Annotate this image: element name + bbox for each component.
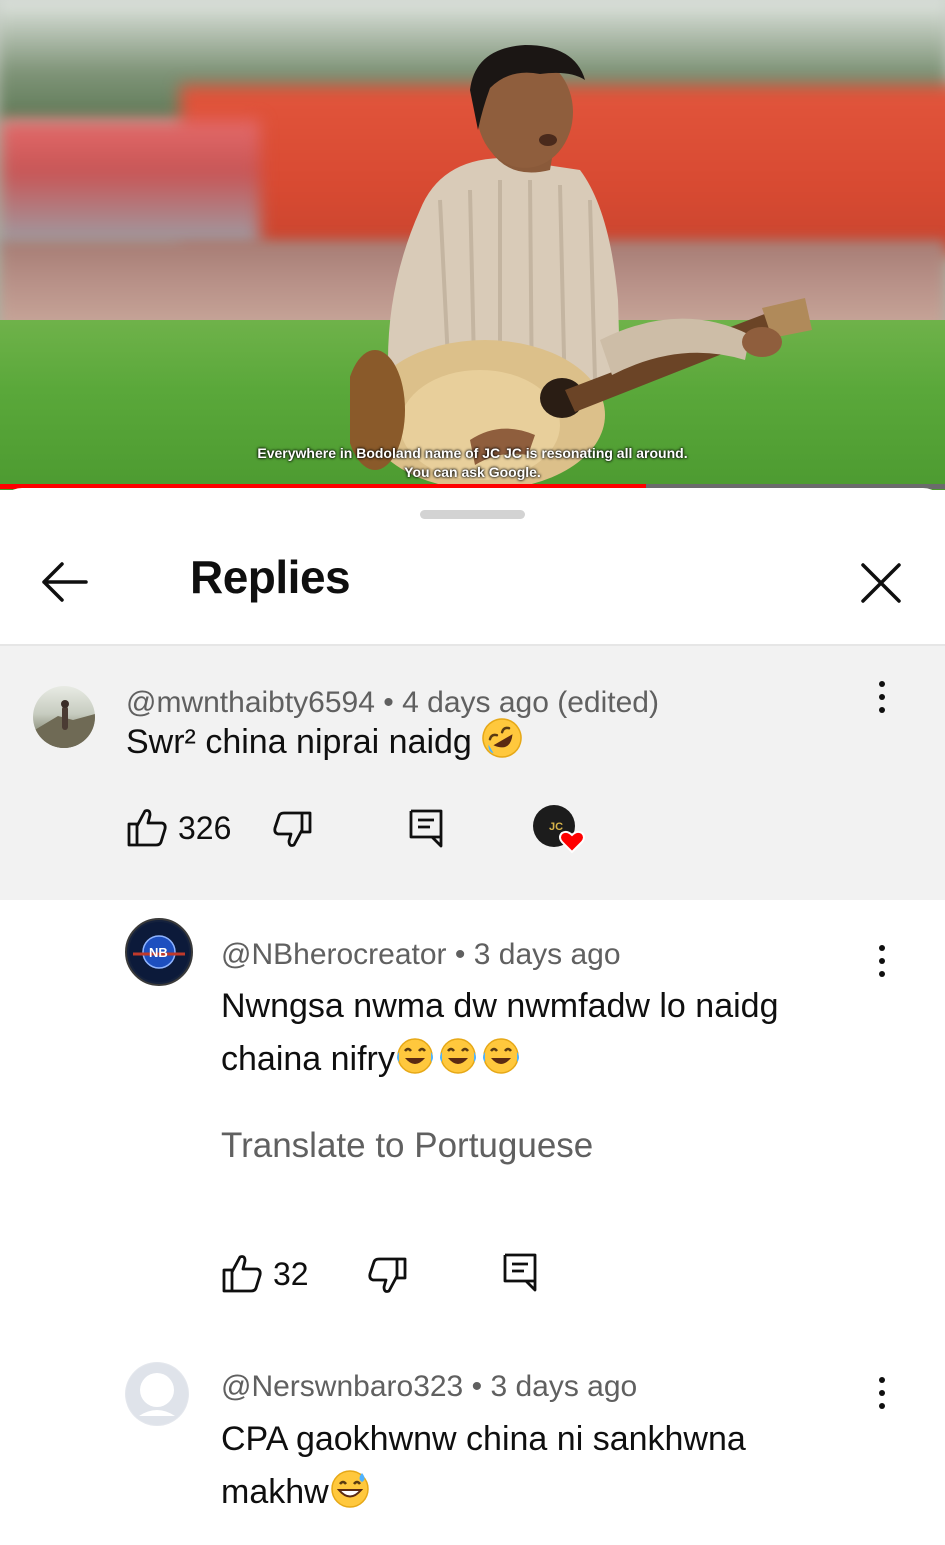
comment-time: 3 days ago [473, 938, 621, 971]
video-player[interactable]: Everywhere in Bodoland name of JC JC is … [0, 0, 945, 490]
comment-meta: @Nerswnbaro323 • 3 days ago [221, 1370, 637, 1404]
thumb-down-icon [273, 811, 312, 847]
comment-text: Nwngsa nwma dw nwmfadw lo naidg chaina n… [221, 980, 778, 1086]
rolling-laughing-emoji-icon [482, 718, 523, 758]
comment-body-line-1: Nwngsa nwma dw nwmfadw lo naidg [221, 987, 779, 1025]
like-count: 326 [178, 810, 232, 846]
more-vertical-icon-dot [879, 1403, 885, 1409]
back-button[interactable] [38, 560, 90, 604]
creator-avatar-text: JC [549, 821, 563, 833]
avatar-logo: NB [129, 922, 189, 982]
sheet-header: Replies [0, 488, 945, 646]
video-singer-figure [350, 45, 812, 490]
close-button[interactable] [858, 560, 904, 606]
comment-time: 4 days ago (edited) [402, 686, 659, 719]
comment-body: Swr² china niprai naidg [126, 723, 472, 761]
comment-meta: @mwnthaibty6594 • 4 days ago (edited) [126, 686, 659, 720]
comment-text: Swr² china niprai naidg [126, 716, 523, 769]
like-count: 32 [273, 1256, 309, 1292]
video-caption-line-1: Everywhere in Bodoland name of JC JC is … [257, 445, 688, 461]
replies-sheet: Replies @mwnthaibty6594 • 4 days ago (ed… [0, 488, 945, 1545]
more-vertical-icon-dot [879, 945, 885, 951]
parent-comment: @mwnthaibty6594 • 4 days ago (edited) Sw… [0, 646, 945, 900]
reply-button[interactable] [502, 1252, 538, 1292]
more-vertical-icon-dot [879, 958, 885, 964]
creator-heart-icon: JC [533, 805, 585, 854]
more-vertical-icon-dot [879, 694, 885, 700]
creator-heart: JC [532, 804, 588, 854]
comment-body-line-1: CPA gaokhwnw china ni sankhwna [221, 1420, 746, 1458]
comment-reply-icon [503, 1253, 537, 1292]
comment-meta: @NBherocreator • 3 days ago [221, 938, 621, 972]
translate-link[interactable]: Translate to Portuguese [221, 1126, 593, 1166]
reply-button[interactable] [408, 808, 444, 848]
like-button[interactable] [126, 806, 168, 848]
meta-separator: • [383, 686, 394, 719]
comment-body-line-2-wrap: chaina nifry [221, 1033, 778, 1086]
close-icon [861, 563, 901, 603]
thumb-up-icon [127, 809, 167, 847]
meta-separator: • [471, 1370, 483, 1403]
comment-more-button[interactable] [877, 945, 887, 985]
avatar-text: NB [149, 945, 168, 960]
dislike-button[interactable] [273, 810, 313, 850]
more-vertical-icon-dot [879, 707, 885, 713]
more-vertical-icon-dot [879, 1390, 885, 1396]
more-vertical-icon-dot [879, 1377, 885, 1383]
comment-more-button[interactable] [877, 1377, 887, 1417]
like-button[interactable] [221, 1252, 263, 1294]
comment-body-line-2: chaina nifry [221, 1040, 395, 1078]
meta-separator: • [454, 938, 466, 971]
comment-author[interactable]: @NBherocreator [221, 938, 447, 971]
more-vertical-icon-dot [879, 971, 885, 977]
comment-reply-icon [409, 809, 443, 848]
more-vertical-icon-dot [879, 681, 885, 687]
comment-body-line-2-wrap: makhw [221, 1466, 746, 1519]
avatar[interactable]: NB [125, 918, 193, 986]
thumb-up-icon [222, 1255, 262, 1293]
comment-author[interactable]: @mwnthaibty6594 [126, 686, 375, 719]
grinning-sweat-emoji-icon [330, 1470, 369, 1508]
avatar-photo [33, 700, 95, 748]
comment-more-button[interactable] [877, 681, 887, 721]
comment-body-line-2: makhw [221, 1473, 329, 1511]
comment-text: CPA gaokhwnw china ni sankhwna makhw [221, 1413, 746, 1519]
arrow-left-icon [42, 562, 88, 602]
dislike-button[interactable] [368, 1256, 408, 1296]
thumb-down-icon [368, 1257, 407, 1293]
comment-time: 3 days ago [490, 1370, 638, 1403]
video-caption-line-2: You can ask Google. [404, 464, 541, 480]
avatar[interactable] [125, 1362, 189, 1426]
avatar[interactable] [33, 686, 95, 748]
tears-of-joy-emoji-icon [396, 1038, 519, 1074]
video-background-stand-left [0, 120, 260, 250]
default-avatar-icon [126, 1363, 188, 1425]
comment-author[interactable]: @Nerswnbaro323 [221, 1370, 463, 1403]
sheet-title: Replies [190, 551, 351, 603]
